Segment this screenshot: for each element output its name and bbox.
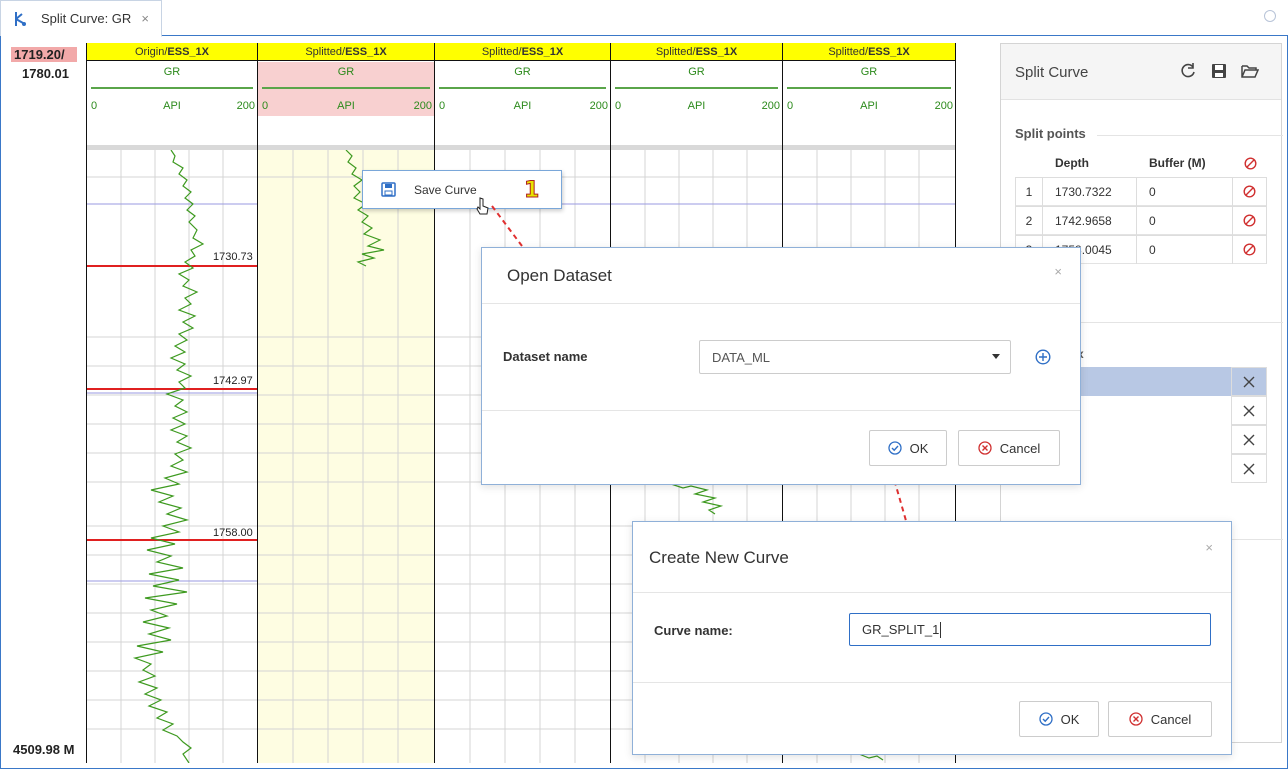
create-curve-dialog: Create New Curve × Curve name: GR_SPLIT_… [632, 521, 1232, 755]
cancel-button[interactable]: Cancel [958, 430, 1060, 466]
divider [633, 592, 1231, 593]
cancel-label: Cancel [999, 440, 1041, 456]
text-cursor [940, 621, 942, 638]
dialog-title: Open Dataset [507, 266, 612, 285]
cancel-label: Cancel [1150, 711, 1192, 727]
ok-button[interactable]: OK [869, 430, 947, 466]
divider [482, 410, 1080, 411]
cancel-button[interactable]: Cancel [1108, 701, 1212, 737]
close-icon[interactable]: × [1205, 540, 1213, 555]
close-icon[interactable]: × [1054, 264, 1062, 279]
check-circle-icon [887, 441, 902, 455]
dataset-select[interactable]: DATA_ML [699, 340, 1011, 374]
add-dataset-icon[interactable] [1035, 349, 1051, 365]
divider [633, 682, 1231, 683]
check-circle-icon [1038, 712, 1053, 726]
curve-name-label: Curve name: [654, 623, 733, 638]
ok-label: OK [1060, 711, 1080, 727]
cancel-circle-icon [1129, 712, 1143, 726]
curve-name-value: GR_SPLIT_1 [862, 622, 940, 637]
curve-name-input[interactable]: GR_SPLIT_1 [849, 613, 1211, 646]
dialog-title: Create New Curve [649, 548, 789, 567]
split-curve-window: Split Curve: GR × 1719.20/ 1780.01 4509.… [0, 0, 1288, 769]
dataset-select-value: DATA_ML [712, 349, 771, 365]
ok-label: OK [909, 440, 929, 456]
ok-button[interactable]: OK [1019, 701, 1099, 737]
chevron-down-icon [992, 354, 1000, 359]
open-dataset-dialog: Open Dataset × Dataset name DATA_ML OK C… [481, 247, 1081, 485]
divider [482, 303, 1080, 304]
cancel-circle-icon [978, 441, 992, 455]
dataset-name-label: Dataset name [503, 349, 588, 364]
